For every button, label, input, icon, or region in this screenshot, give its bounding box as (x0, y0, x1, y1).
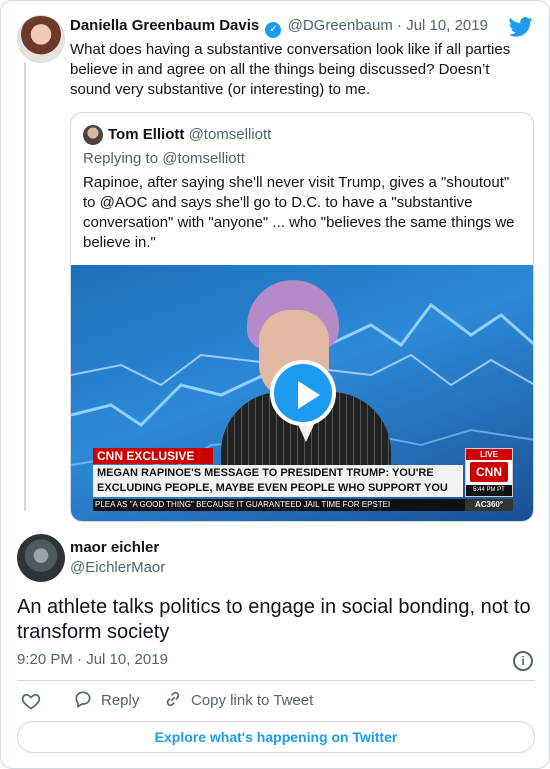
thread-connector-line (24, 63, 26, 511)
verified-badge-icon: ✓ (265, 22, 282, 38)
reply-bubble-icon (75, 691, 91, 708)
avatar-tom-elliott[interactable] (83, 125, 103, 145)
main-tweet-timestamp[interactable]: 9:20 PM · Jul 10, 2019 (17, 651, 168, 668)
cnn-ticker-text: PLEA AS "A GOOD THING" BECAUSE IT GUARAN… (95, 500, 391, 509)
cnn-exclusive-label: CNN EXCLUSIVE (93, 448, 213, 464)
parent-tweet-date[interactable]: Jul 10, 2019 (406, 17, 488, 34)
info-icon[interactable]: i (513, 651, 533, 671)
parent-author-name[interactable]: Daniella Greenbaum Davis (70, 17, 259, 34)
parent-author-handle[interactable]: @DGreenbaum (288, 17, 393, 34)
separator-dot: · (397, 17, 403, 34)
video-thumbnail[interactable]: CNN EXCLUSIVE MEGAN RAPINOE'S MESSAGE TO… (71, 265, 533, 521)
parent-tweet-text: What does having a substantive conversat… (70, 41, 511, 98)
copy-link-button[interactable]: Copy link to Tweet (163, 689, 313, 713)
ac360-tag: AC360° (465, 499, 513, 511)
heart-icon (21, 693, 41, 710)
tweet-embed-card: Daniella Greenbaum Davis ✓ @DGreenbaum ·… (0, 0, 550, 769)
quoted-tweet[interactable]: Tom Elliott @tomselliott Replying to @to… (70, 112, 534, 522)
quoted-author-name[interactable]: Tom Elliott (108, 126, 184, 143)
main-author-handle[interactable]: @EichlerMaor (70, 559, 165, 576)
twitter-bird-icon[interactable] (509, 17, 533, 37)
avatar-maor-eichler[interactable] (17, 534, 65, 582)
tweet-actions: Reply Copy link to Tweet (17, 689, 535, 713)
parent-tweet[interactable]: Daniella Greenbaum Davis ✓ @DGreenbaum ·… (17, 13, 535, 113)
replying-to[interactable]: Replying to @tomselliott (83, 150, 245, 167)
play-icon[interactable] (270, 360, 336, 426)
explore-twitter-button[interactable]: Explore what's happening on Twitter (17, 721, 535, 753)
live-badge: LIVE (466, 449, 512, 460)
reply-label: Reply (101, 692, 140, 709)
cnn-logo-box: LIVE CNN 5:44 PM PT (465, 448, 513, 497)
copy-link-label: Copy link to Tweet (191, 692, 314, 709)
link-icon (166, 691, 180, 707)
reply-button[interactable]: Reply (73, 689, 139, 713)
quoted-tweet-header: Tom Elliott @tomselliott (108, 126, 271, 143)
cnn-logo: CNN (470, 462, 508, 482)
cnn-headline: MEGAN RAPINOE'S MESSAGE TO PRESIDENT TRU… (93, 465, 463, 497)
cnn-ticker: PLEA AS "A GOOD THING" BECAUSE IT GUARAN… (93, 499, 513, 511)
play-triangle (298, 381, 320, 409)
quoted-author-handle[interactable]: @tomselliott (189, 126, 272, 143)
parent-tweet-header: Daniella Greenbaum Davis ✓ @DGreenbaum ·… (70, 17, 488, 38)
main-author-name[interactable]: maor eichler (70, 539, 159, 556)
main-tweet-text: An athlete talks politics to engage in s… (17, 596, 531, 643)
quoted-tweet-text: Rapinoe, after saying she'll never visit… (83, 174, 515, 251)
avatar-daniella[interactable] (17, 15, 65, 63)
cnn-time: 5:44 PM PT (466, 485, 512, 496)
cnn-lower-third: CNN EXCLUSIVE MEGAN RAPINOE'S MESSAGE TO… (93, 448, 513, 511)
divider (17, 680, 535, 681)
